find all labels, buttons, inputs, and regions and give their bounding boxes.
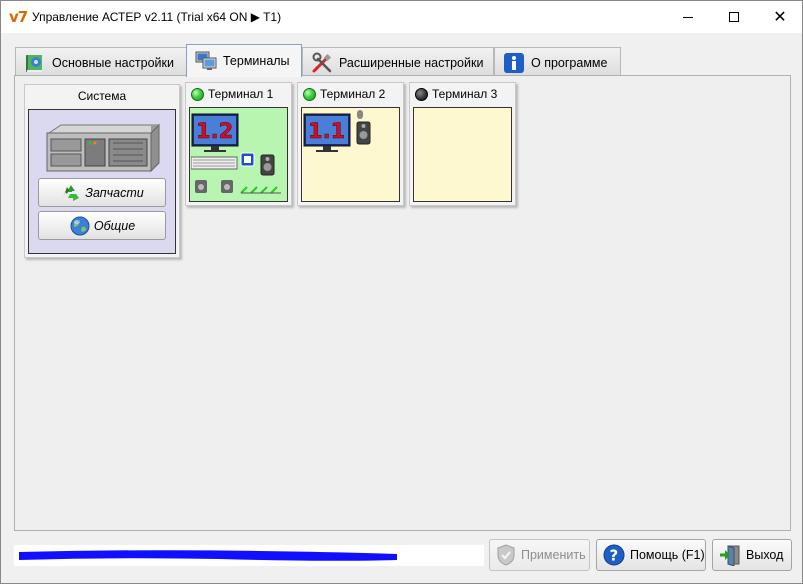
redaction-mark — [19, 550, 397, 561]
shield-check-icon — [497, 544, 515, 566]
terminal-body-3[interactable] — [413, 107, 512, 202]
maximize-icon — [729, 12, 739, 22]
title-bar[interactable]: v7 Управление АСТЕР v2.11 (Trial x64 ON … — [1, 1, 802, 33]
terminal-body-2[interactable]: 1.1 — [301, 107, 400, 202]
terminal-devices-icon: 1.2 — [191, 113, 281, 194]
svg-text:?: ? — [610, 547, 619, 565]
terminal-card-1[interactable]: Терминал 1 1.2 — [185, 82, 292, 206]
status-led-icon — [303, 87, 316, 101]
system-card-title: Система — [77, 89, 127, 103]
system-card: Система Запчасти Общие — [24, 84, 180, 258]
info-icon — [504, 52, 524, 73]
computer-network-icon — [195, 51, 217, 70]
server-icon[interactable] — [43, 123, 161, 173]
tab-strip: Основные настройки Терминалы Расширенные… — [13, 44, 793, 77]
terminals-panel: Система Запчасти Общие Терминал 1 1.2 Те… — [14, 75, 791, 531]
close-icon: ✕ — [773, 7, 787, 26]
recycle-icon — [63, 184, 80, 201]
status-led-icon — [415, 87, 428, 101]
terminal-card-header: Терминал 1 — [186, 83, 291, 105]
globe-icon — [70, 216, 90, 235]
terminal-card-header: Терминал 3 — [410, 83, 515, 105]
help-icon: ? — [603, 544, 625, 566]
terminal-body-1[interactable]: 1.2 — [189, 107, 288, 202]
terminal-card-2[interactable]: Терминал 2 1.1 — [297, 82, 404, 206]
system-card-body: Запчасти Общие — [28, 109, 176, 254]
close-button[interactable]: ✕ — [757, 1, 803, 33]
monitor-label-text: 1.1 — [308, 119, 345, 143]
status-led-icon — [191, 87, 204, 101]
tab-terminals[interactable]: Терминалы — [186, 44, 302, 77]
exit-button[interactable]: Выход — [712, 539, 792, 571]
apply-button[interactable]: Применить — [489, 539, 590, 571]
terminal-devices-icon: 1.1 — [303, 110, 371, 152]
tab-advanced-settings[interactable]: Расширенные настройки — [302, 47, 494, 77]
app-window: v7 Управление АСТЕР v2.11 (Trial x64 ON … — [0, 0, 803, 584]
general-button[interactable]: Общие — [38, 211, 166, 240]
tab-main-settings[interactable]: Основные настройки — [15, 47, 187, 77]
window-title: Управление АСТЕР v2.11 (Trial x64 ON ▶ T… — [32, 10, 282, 24]
help-button[interactable]: ? Помощь (F1) — [596, 539, 706, 571]
minimize-button[interactable] — [665, 1, 711, 33]
maximize-button[interactable] — [711, 1, 757, 33]
minimize-icon — [683, 16, 693, 18]
terminal-card-header: Терминал 2 — [298, 83, 403, 105]
spare-parts-button[interactable]: Запчасти — [38, 178, 166, 207]
terminal-card-3[interactable]: Терминал 3 — [409, 82, 516, 206]
monitor-label-text: 1.2 — [196, 119, 233, 143]
tools-icon — [312, 52, 332, 72]
exit-door-icon — [720, 545, 740, 566]
settings-book-icon — [26, 54, 42, 72]
app-logo-icon: v7 — [9, 8, 28, 26]
tab-about[interactable]: О программе — [494, 47, 621, 77]
